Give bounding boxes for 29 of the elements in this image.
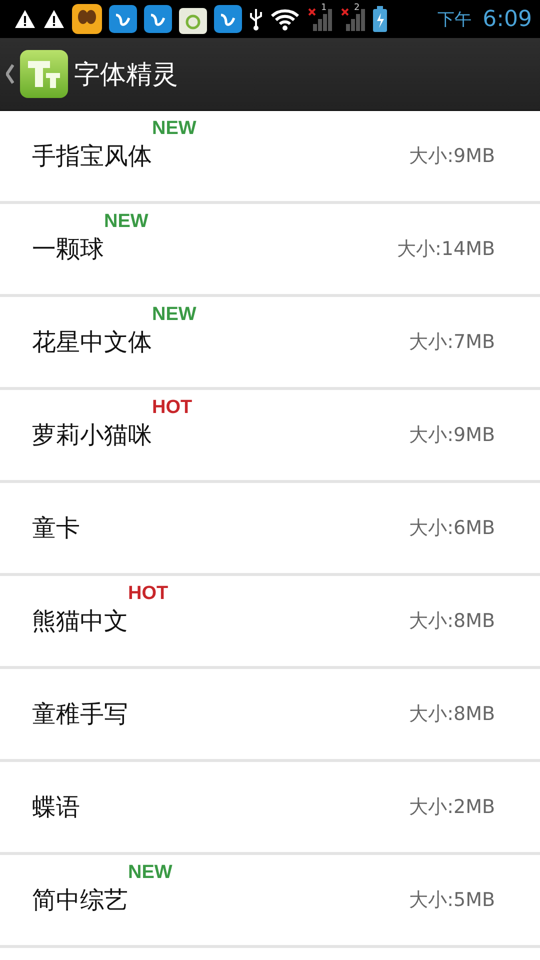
file-size: 大小:6MB <box>409 516 495 541</box>
time-period: 下午 <box>438 8 472 30</box>
font-name: 童稚手写 <box>32 699 128 730</box>
font-name: 手指宝风体 <box>32 141 152 172</box>
font-name: 一颗球 <box>32 234 104 265</box>
file-size: 大小:5MB <box>409 888 495 913</box>
sim-number: 1 <box>321 3 327 13</box>
status-tag: NEW <box>152 304 196 326</box>
sim-number: 2 <box>354 3 360 13</box>
font-name: 简中综艺 <box>32 885 128 916</box>
status-tag: NEW <box>128 862 172 884</box>
file-size: 大小:9MB <box>409 144 495 169</box>
file-size: 大小:7MB <box>409 330 495 355</box>
file-size: 大小:2MB <box>409 795 495 820</box>
font-name: 童卡 <box>32 513 80 544</box>
font-name: 萝莉小猫咪 <box>32 420 152 451</box>
app-title: 字体精灵 <box>74 58 178 92</box>
status-tag: HOT <box>152 397 192 419</box>
font-name: 花星中文体 <box>32 327 152 358</box>
file-size: 大小:14MB <box>396 237 495 262</box>
file-size: 大小:8MB <box>409 609 495 634</box>
status-tag: HOT <box>128 583 168 605</box>
font-name: 熊猫中文 <box>32 606 128 637</box>
file-size: 大小:9MB <box>409 423 495 448</box>
clock-time: 6:09 <box>482 6 532 32</box>
file-size: 大小:8MB <box>409 702 495 727</box>
status-tag: NEW <box>104 211 148 233</box>
status-tag: NEW <box>152 118 196 140</box>
font-name: 蝶语 <box>32 792 80 823</box>
